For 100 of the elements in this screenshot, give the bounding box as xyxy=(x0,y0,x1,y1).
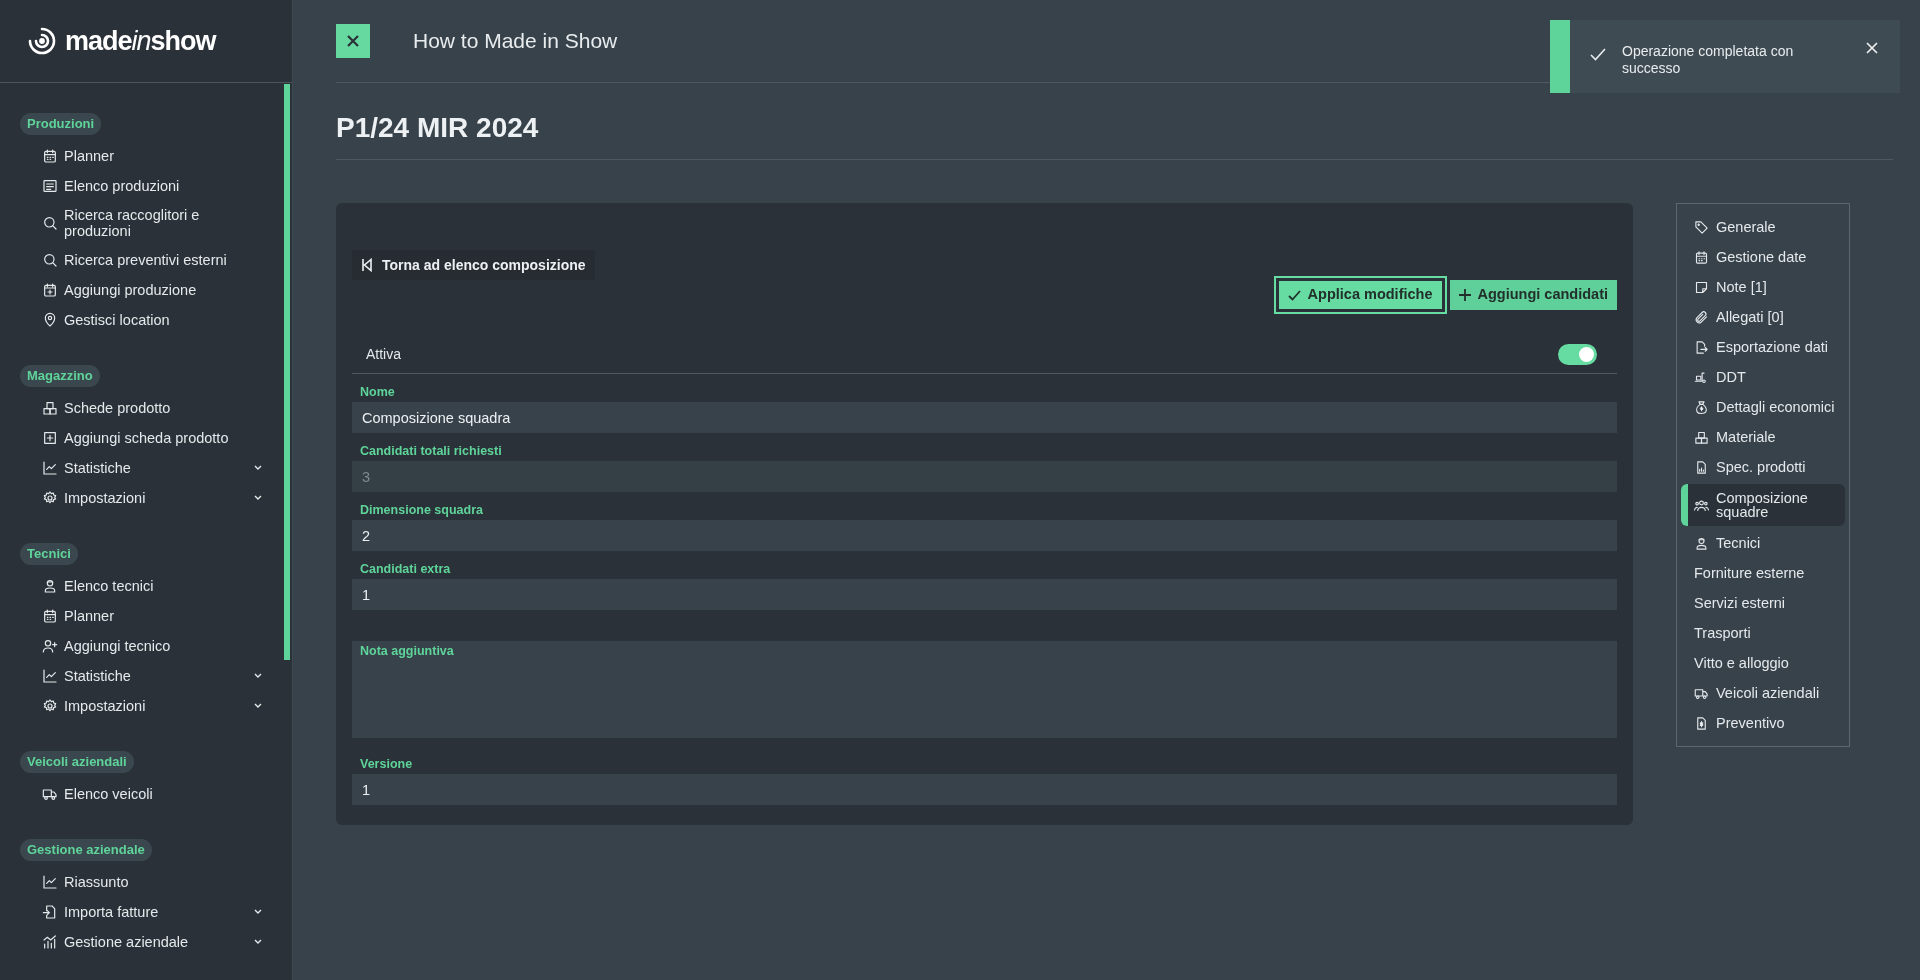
sidebar-item[interactable]: Impostazioni xyxy=(20,483,262,513)
chevron-down-icon xyxy=(254,909,262,915)
nav-item[interactable]: Note [1] xyxy=(1681,272,1845,302)
nav-item[interactable]: Forniture esterne xyxy=(1681,558,1845,588)
apply-button[interactable]: Applica modifiche xyxy=(1275,278,1445,312)
search-icon xyxy=(42,215,58,231)
boxes-icon xyxy=(42,400,58,416)
skip-back-icon xyxy=(361,258,373,272)
group-icon xyxy=(1694,497,1709,513)
nav-item[interactable]: Trasporti xyxy=(1681,618,1845,648)
nav-item[interactable]: Materiale xyxy=(1681,422,1845,452)
file-dollar-icon xyxy=(1694,715,1709,731)
header-title: How to Made in Show xyxy=(413,28,618,55)
back-button[interactable]: Torna ad elenco composizione xyxy=(352,250,595,280)
sidebar-item[interactable]: Statistiche xyxy=(20,661,262,691)
field-label: Nome xyxy=(359,383,396,401)
sidebar-item[interactable]: Elenco produzioni xyxy=(20,171,262,201)
input-field[interactable]: 1 xyxy=(352,774,1617,805)
sidebar-item[interactable]: Gestisci location xyxy=(20,305,262,335)
sidebar-item[interactable]: Ricerca raccoglitori e produzioni xyxy=(20,201,262,245)
gear-icon xyxy=(42,490,58,506)
close-icon xyxy=(1866,42,1878,54)
person-icon xyxy=(1694,535,1709,551)
sidebar-item[interactable]: Importa fatture xyxy=(20,897,262,927)
close-button[interactable] xyxy=(336,24,370,58)
nav-item[interactable]: Tecnici xyxy=(1681,528,1845,558)
user-plus-icon xyxy=(42,638,58,654)
sidebar-item[interactable]: Aggiungi tecnico xyxy=(20,631,262,661)
sidebar-item[interactable]: Riassunto xyxy=(20,867,262,897)
input-field[interactable]: Composizione squadra xyxy=(352,402,1617,433)
close-icon xyxy=(346,34,360,48)
input-field[interactable]: 2 xyxy=(352,520,1617,551)
nav-item[interactable]: Servizi esterni xyxy=(1681,588,1845,618)
toggle-switch[interactable] xyxy=(1558,344,1597,365)
chart-icon xyxy=(42,668,58,684)
file-import-icon xyxy=(42,904,58,920)
field-label: Attiva xyxy=(366,345,401,364)
gear-icon xyxy=(42,698,58,714)
nav-item[interactable]: DDT xyxy=(1681,362,1845,392)
section-label: Produzioni xyxy=(20,113,102,135)
list-icon xyxy=(42,178,58,194)
person-icon xyxy=(42,578,58,594)
scrollbar-thumb[interactable] xyxy=(284,84,290,660)
sidebar-item[interactable]: Aggiungi produzione xyxy=(20,275,262,305)
chevron-down-icon xyxy=(254,939,262,945)
nav-item[interactable]: Veicoli aziendali xyxy=(1681,678,1845,708)
section-label: Tecnici xyxy=(20,543,78,565)
logo-text: madeinshow xyxy=(65,24,216,58)
sidebar-item[interactable]: Planner xyxy=(20,141,262,171)
nav-item[interactable]: Spec. prodotti xyxy=(1681,452,1845,482)
nav-item[interactable]: Composizione squadre xyxy=(1681,484,1845,526)
nav-item[interactable]: Gestione date xyxy=(1681,242,1845,272)
sidebar-item[interactable]: Elenco tecnici xyxy=(20,571,262,601)
sidebar-item[interactable]: Elenco veicoli xyxy=(20,779,262,809)
logo-icon xyxy=(27,26,57,56)
nav-item[interactable]: Allegati [0] xyxy=(1681,302,1845,332)
nav-item[interactable]: Preventivo xyxy=(1681,708,1845,738)
paperclip-icon xyxy=(1694,309,1709,325)
map-pin-icon xyxy=(42,312,58,328)
file-export-icon xyxy=(1694,339,1709,355)
boxes-icon xyxy=(1694,429,1709,445)
field-label: Nota aggiuntiva xyxy=(359,642,455,660)
add-button[interactable]: Aggiungi candidati xyxy=(1449,280,1617,310)
input-field[interactable]: 1 xyxy=(352,579,1617,610)
sidebar-item[interactable]: Planner xyxy=(20,601,262,631)
section-label: Gestione aziendale xyxy=(20,839,152,861)
search-icon xyxy=(42,252,58,268)
sidebar-item[interactable]: Statistiche xyxy=(20,453,262,483)
calendar-icon xyxy=(42,608,58,624)
toast-message: Operazione completata con successo xyxy=(1622,43,1795,78)
chevron-down-icon xyxy=(254,703,262,709)
field-label: Candidati extra xyxy=(359,560,452,578)
chart-icon xyxy=(42,874,58,890)
page-title: P1/24 MIR 2024 xyxy=(336,111,539,145)
tag-icon xyxy=(1694,219,1709,235)
check-icon xyxy=(1287,289,1301,301)
calendar-icon xyxy=(42,148,58,164)
sidebar-item[interactable]: Impostazioni xyxy=(20,691,262,721)
nav-item[interactable]: Vitto e alloggio xyxy=(1681,648,1845,678)
calendar-icon xyxy=(1694,249,1709,265)
file-chart-icon xyxy=(1694,459,1709,475)
sidebar-item[interactable]: Aggiungi scheda prodotto xyxy=(20,423,262,453)
sidebar-item[interactable]: Schede prodotto xyxy=(20,393,262,423)
truck-icon xyxy=(42,786,58,802)
chevron-down-icon xyxy=(254,495,262,501)
section-label: Magazzino xyxy=(20,365,100,387)
nav-item[interactable]: Generale xyxy=(1681,212,1845,242)
note-icon xyxy=(1694,279,1709,295)
dolly-icon xyxy=(1694,369,1709,385)
nav-item[interactable]: Dettagli economici xyxy=(1681,392,1845,422)
sidebar-item[interactable]: Ricerca preventivi esterni xyxy=(20,245,262,275)
sidebar-item[interactable]: Gestione aziendale xyxy=(20,927,262,957)
money-bag-icon xyxy=(1694,399,1709,415)
chart-icon xyxy=(42,460,58,476)
chevron-down-icon xyxy=(254,673,262,679)
check-icon xyxy=(1590,48,1606,61)
field-label: Candidati totali richiesti xyxy=(359,442,503,460)
chevron-down-icon xyxy=(254,465,262,471)
nav-item[interactable]: Esportazione dati xyxy=(1681,332,1845,362)
field-label: Versione xyxy=(359,755,414,773)
